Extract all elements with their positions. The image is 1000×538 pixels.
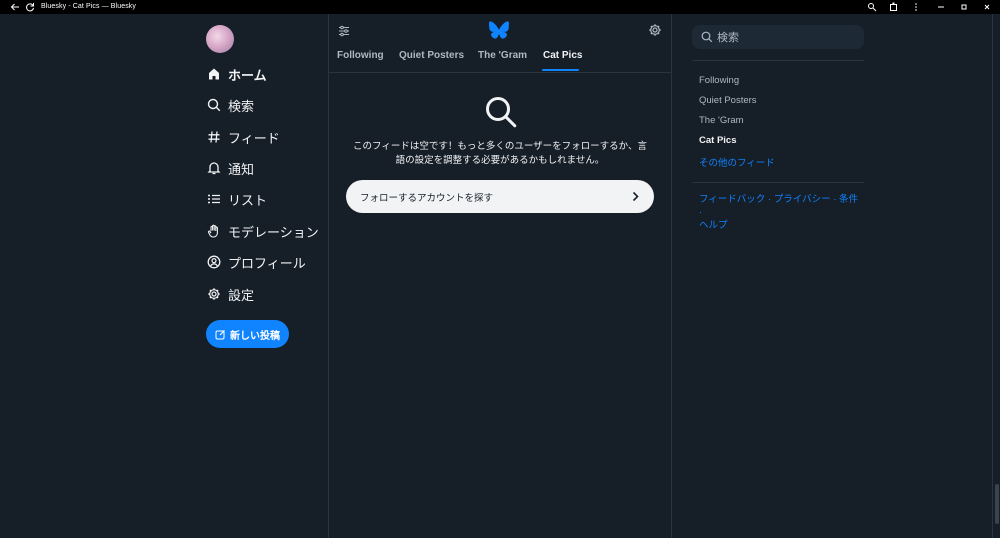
nav-label: 設定 [228,287,255,303]
nav-label: モデレーション [228,224,319,240]
empty-feed-message-line: 語の設定を調整する必要があるかもしれません。 [395,155,605,166]
scrollbar[interactable] [992,14,1000,538]
extensions-icon[interactable] [889,2,899,12]
feed-settings-icon[interactable] [337,24,351,38]
gear-icon[interactable] [648,23,662,37]
nav-label: リスト [228,192,268,208]
nav-label: ホーム [228,67,267,83]
window-titlebar: Bluesky - Cat Pics — Bluesky [0,0,1000,14]
bell-icon [206,160,222,176]
more-feeds-link[interactable]: その他のフィード [699,155,775,169]
search-icon [486,97,517,128]
find-accounts-label: フォローするアカウントを探す [360,193,494,204]
list-icon [206,191,222,207]
avatar[interactable] [206,25,234,53]
feed-link-quiet-posters[interactable]: Quiet Posters [699,95,757,106]
new-post-button[interactable]: 新しい投稿 [206,320,289,348]
compose-icon [215,329,225,339]
footer-links-line[interactable]: フィードバック · プライバシー · 条件 · [699,193,859,219]
active-tab-indicator [542,69,579,71]
nav-item-settings[interactable]: 設定 [206,282,254,306]
minimize-icon[interactable] [936,2,946,12]
feed-link-following[interactable]: Following [699,75,739,86]
hash-icon [206,129,222,145]
back-arrow-icon[interactable] [10,2,20,12]
reload-icon[interactable] [25,2,35,12]
chevron-right-icon [632,191,639,202]
feed-tabs: Following Quiet Posters The 'Gram Cat Pi… [329,46,671,73]
footer-links-line[interactable]: ヘルプ [699,219,859,232]
scrollbar-thumb[interactable] [995,484,999,524]
nav-item-profile[interactable]: プロフィール [206,250,306,274]
left-divider [328,14,329,538]
tab-quiet-posters[interactable]: Quiet Posters [399,50,464,61]
tab-following[interactable]: Following [337,50,384,61]
nav-label: 通知 [228,161,255,177]
nav-item-feeds[interactable]: フィード [206,125,280,149]
tab-the-gram[interactable]: The 'Gram [478,50,527,61]
maximize-icon[interactable] [959,2,969,12]
find-accounts-button[interactable]: フォローするアカウントを探す [346,180,654,213]
new-post-label: 新しい投稿 [230,330,280,342]
search-input[interactable]: 検索 [692,25,864,49]
more-icon[interactable] [911,2,921,12]
search-placeholder: 検索 [717,32,739,44]
nav-item-search[interactable]: 検索 [206,93,254,117]
right-divider [671,14,672,538]
nav-item-moderation[interactable]: モデレーション [206,219,319,243]
hand-icon [206,223,222,239]
divider [692,60,864,61]
divider [692,182,864,183]
close-icon[interactable] [982,2,992,12]
search-icon [701,31,713,43]
nav-label: フィード [228,130,280,146]
footer-links[interactable]: フィードバック · プライバシー · 条件 · ヘルプ [699,193,859,232]
nav-item-notifications[interactable]: 通知 [206,156,254,180]
window-title: Bluesky - Cat Pics — Bluesky [41,3,136,10]
feed-link-the-gram[interactable]: The 'Gram [699,115,744,126]
tab-cat-pics[interactable]: Cat Pics [543,50,582,61]
nav-item-home[interactable]: ホーム [206,62,267,86]
nav-label: 検索 [228,98,255,114]
zoom-icon[interactable] [867,2,877,12]
gear-icon [206,286,222,302]
search-icon [206,97,222,113]
home-icon [206,66,222,82]
nav-label: プロフィール [228,255,306,271]
empty-feed-message: このフィードは空です！もっと多くのユーザーをフォローするか、言 語の設定を調整す… [336,140,664,168]
feed-link-cat-pics[interactable]: Cat Pics [699,135,737,146]
bluesky-butterfly-logo[interactable] [489,21,509,39]
nav-item-lists[interactable]: リスト [206,187,267,211]
profile-icon [206,254,222,270]
empty-feed-message-line: このフィードは空です！もっと多くのユーザーをフォローするか、言 [353,141,647,152]
